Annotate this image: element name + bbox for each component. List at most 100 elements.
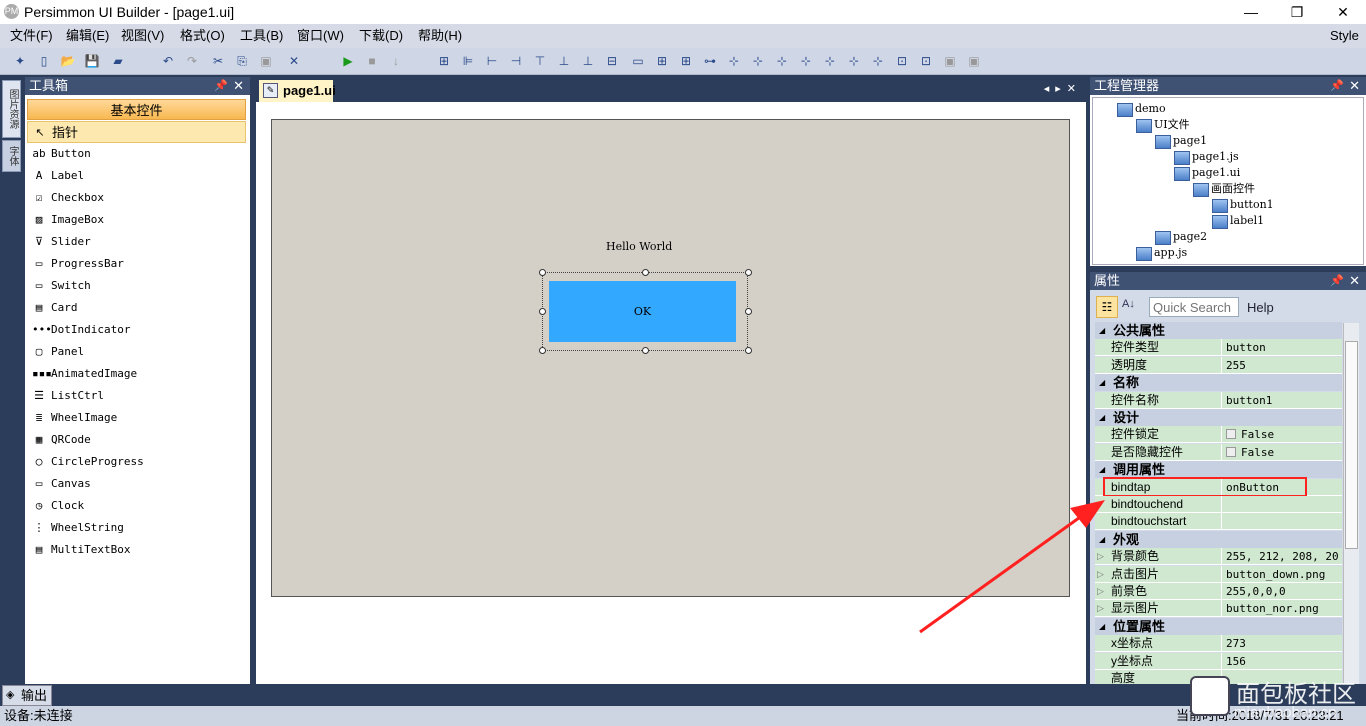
close-icon[interactable]: ✕ [1349, 77, 1360, 95]
property-row-是否隐藏控件[interactable]: 是否隐藏控件 False [1095, 443, 1342, 461]
toolbar-button-icon[interactable]: ⊫ [460, 53, 476, 69]
toolbox-item-slider[interactable]: ⊽ Slider [27, 231, 246, 253]
toolbar-button-icon[interactable]: ✂ [210, 53, 226, 69]
tab-page1-ui[interactable]: ✎ page1.ui [259, 80, 336, 102]
toolbar-button-icon[interactable]: ↓ [388, 53, 404, 69]
menu-style[interactable]: Style [1330, 24, 1359, 48]
resize-handle[interactable] [539, 308, 546, 315]
toolbox-item-multitextbox[interactable]: ▤ MultiTextBox [27, 539, 246, 561]
toolbox-item-canvas[interactable]: ▭ Canvas [27, 473, 246, 495]
property-row-bindtouchstart[interactable]: bindtouchstart [1095, 513, 1342, 531]
property-category[interactable]: 设计 [1095, 409, 1342, 426]
checkbox[interactable] [1226, 446, 1236, 457]
menu-item-7[interactable]: 帮助(H) [418, 24, 462, 48]
toolbar-button-icon[interactable]: ⊞ [678, 53, 694, 69]
toolbar-button-icon[interactable]: ⊹ [822, 53, 838, 69]
toolbar-button-icon[interactable]: ⊹ [846, 53, 862, 69]
toolbar-button-icon[interactable]: ⊹ [774, 53, 790, 69]
property-value[interactable]: 255 [1221, 356, 1339, 374]
tree-node-label1[interactable]: label1 [1212, 214, 1264, 229]
tree-node-page1[interactable]: page1 [1155, 134, 1207, 149]
toolbar-button-icon[interactable]: ⊡ [894, 53, 910, 69]
toolbar-button-icon[interactable]: ✕ [286, 53, 302, 69]
close-icon[interactable]: ✕ [1349, 272, 1360, 290]
resize-handle[interactable] [745, 347, 752, 354]
toolbox-item-imagebox[interactable]: ▨ ImageBox [27, 209, 246, 231]
property-value[interactable]: False [1221, 443, 1339, 461]
menu-item-5[interactable]: 窗口(W) [297, 24, 344, 48]
toolbox-item-label[interactable]: A Label [27, 165, 246, 187]
property-value[interactable]: 255,0,0,0 [1221, 583, 1339, 600]
tree-node-page2[interactable]: page2 [1155, 230, 1207, 245]
property-value[interactable]: 273 [1221, 635, 1339, 653]
property-row-点击图片[interactable]: ▷ 点击图片 button_down.png [1095, 565, 1342, 583]
alphabetical-sort-icon[interactable]: A↓ [1122, 298, 1135, 310]
property-row-y坐标点[interactable]: y坐标点 156 [1095, 652, 1342, 670]
toolbar-button-icon[interactable]: ⊞ [654, 53, 670, 69]
property-category[interactable]: 位置属性 [1095, 617, 1342, 635]
resize-handle[interactable] [642, 269, 649, 276]
toolbox-item-card[interactable]: ▤ Card [27, 297, 246, 319]
toolbox-item-wheelimage[interactable]: ≣ WheelImage [27, 407, 246, 429]
toolbox-item-指针[interactable]: ↖ 指针 [27, 121, 246, 143]
toolbar-button-icon[interactable]: ⊡ [918, 53, 934, 69]
menu-item-6[interactable]: 下载(D) [359, 24, 403, 48]
resize-handle[interactable] [642, 347, 649, 354]
minimize-button[interactable]: — [1228, 0, 1274, 24]
toolbar-button-icon[interactable]: ⊶ [702, 53, 718, 69]
property-row-前景色[interactable]: ▷ 前景色 255,0,0,0 [1095, 583, 1342, 600]
toolbar-button-icon[interactable]: ⊹ [798, 53, 814, 69]
toolbox-item-wheelstring[interactable]: ⋮ WheelString [27, 517, 246, 539]
property-row-背景颜色[interactable]: ▷ 背景颜色 255, 212, 208, 20 [1095, 548, 1342, 566]
properties-scrollbar[interactable] [1343, 323, 1359, 684]
property-row-bindtouchend[interactable]: bindtouchend [1095, 496, 1342, 513]
toolbar-button-icon[interactable]: ⎘ [234, 53, 250, 69]
property-row-控件类型[interactable]: 控件类型 button [1095, 339, 1342, 357]
property-value[interactable]: button1 [1221, 391, 1339, 409]
property-value[interactable] [1221, 513, 1339, 531]
output-tab[interactable]: ◈ 输出 [2, 685, 52, 706]
property-row-透明度[interactable]: 透明度 255 [1095, 356, 1342, 374]
maximize-button[interactable]: ❐ [1274, 0, 1320, 24]
property-value[interactable]: button [1221, 339, 1339, 357]
toolbox-item-checkbox[interactable]: ☑ Checkbox [27, 187, 246, 209]
menu-item-1[interactable]: 编辑(E) [66, 24, 109, 48]
menu-item-4[interactable]: 工具(B) [240, 24, 283, 48]
menu-item-2[interactable]: 视图(V) [121, 24, 164, 48]
toolbox-item-switch[interactable]: ▭ Switch [27, 275, 246, 297]
property-value[interactable]: button_down.png [1221, 565, 1339, 583]
ok-button[interactable]: OK [549, 281, 736, 342]
toolbar-button-icon[interactable]: ⊹ [870, 53, 886, 69]
toolbar-button-icon[interactable]: 💾 [84, 53, 100, 69]
toolbar-button-icon[interactable]: ⊤ [532, 53, 548, 69]
tree-node-UI-[interactable]: UI文件 [1136, 118, 1190, 133]
quick-search-input[interactable] [1149, 297, 1239, 317]
toolbar-button-icon[interactable]: ⊣ [508, 53, 524, 69]
toolbar-button-icon[interactable]: ⊥ [556, 53, 572, 69]
toolbar-button-icon[interactable]: ↷ [184, 53, 200, 69]
toolbar-button-icon[interactable]: ⊹ [750, 53, 766, 69]
toolbox-item-listctrl[interactable]: ☰ ListCtrl [27, 385, 246, 407]
tree-node-app-js[interactable]: app.js [1136, 246, 1187, 261]
toolbox-item-circleprogress[interactable]: ◯ CircleProgress [27, 451, 246, 473]
tree-node-demo[interactable]: demo [1117, 102, 1166, 117]
menu-item-3[interactable]: 格式(O) [180, 24, 225, 48]
toolbar-button-icon[interactable]: ▰ [110, 53, 126, 69]
tree-node-page1-ui[interactable]: page1.ui [1174, 166, 1240, 181]
toolbox-item-dotindicator[interactable]: ••• DotIndicator [27, 319, 246, 341]
toolbar-button-icon[interactable]: ▶ [340, 53, 356, 69]
resize-handle[interactable] [745, 308, 752, 315]
toolbar-button-icon[interactable]: ⊟ [604, 53, 620, 69]
toolbar-button-icon[interactable]: ✦ [12, 53, 28, 69]
toolbar-button-icon[interactable]: ⊢ [484, 53, 500, 69]
property-value[interactable] [1221, 496, 1339, 513]
toolbox-item-progressbar[interactable]: ▭ ProgressBar [27, 253, 246, 275]
toolbox-item-qrcode[interactable]: ▦ QRCode [27, 429, 246, 451]
pin-icon[interactable]: 📌 [1330, 272, 1344, 290]
tree-node-button1[interactable]: button1 [1212, 198, 1274, 213]
toolbar-button-icon[interactable]: ⊞ [436, 53, 452, 69]
toolbox-item-animatedimage[interactable]: ▪▪▪ AnimatedImage [27, 363, 246, 385]
property-value[interactable]: button_nor.png [1221, 600, 1339, 618]
property-category[interactable]: 公共属性 [1095, 322, 1342, 339]
toolbox-group-basic[interactable]: 基本控件 [27, 99, 246, 120]
